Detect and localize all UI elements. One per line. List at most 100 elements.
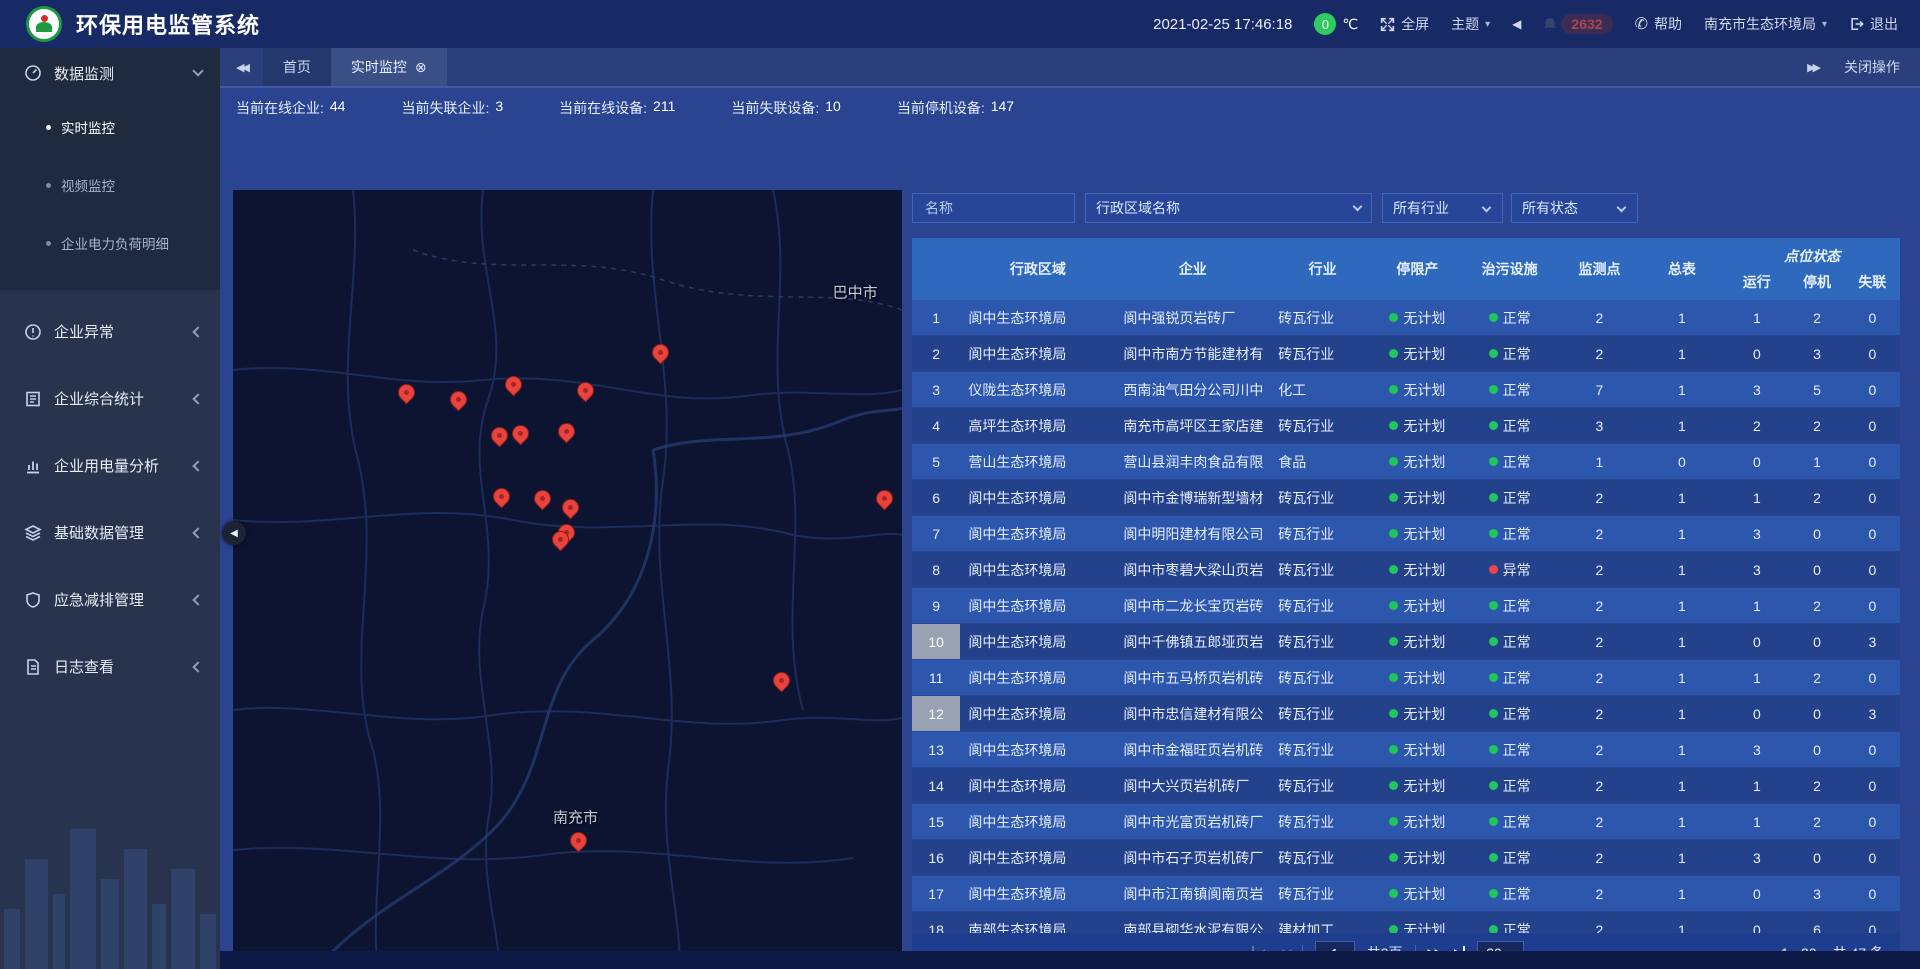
sidebar-item-base-data[interactable]: 基础数据管理 bbox=[0, 499, 220, 566]
stats-icon bbox=[24, 390, 42, 408]
status-filter-select[interactable]: 所有状态 bbox=[1511, 193, 1638, 223]
sidebar-item-power-load-detail[interactable]: 企业电力负荷明细 bbox=[0, 214, 220, 272]
fullscreen-button[interactable]: 全屏 bbox=[1380, 14, 1429, 34]
cell-running: 0 bbox=[1724, 876, 1789, 911]
cell-company: 南充市高坪区王家店建 bbox=[1115, 408, 1270, 443]
cell-facility: 正常 bbox=[1460, 444, 1560, 479]
phone-icon: ✆ bbox=[1635, 14, 1648, 34]
cell-company: 南部县砌华水泥有限公 bbox=[1115, 912, 1270, 933]
logout-button[interactable]: 退出 bbox=[1849, 14, 1898, 34]
table-row[interactable]: 18南部生态环境局南部县砌华水泥有限公建材加工无计划正常21060 bbox=[912, 912, 1900, 933]
theme-dropdown[interactable]: 主题▾ bbox=[1451, 14, 1490, 34]
mute-button[interactable]: ◀ bbox=[1512, 17, 1521, 31]
map-panel[interactable]: 巴中市南充市遂宁市 bbox=[233, 190, 902, 969]
sidebar-item-data-monitor[interactable]: 数据监测 bbox=[0, 48, 220, 98]
cell-stopped: 2 bbox=[1789, 804, 1844, 839]
table-row[interactable]: 17阆中生态环境局阆中市江南镇阆南页岩砖瓦行业无计划正常21030 bbox=[912, 876, 1900, 911]
status-dot-icon bbox=[1489, 673, 1498, 682]
sidebar-item-video-monitor[interactable]: 视频监控 bbox=[0, 156, 220, 214]
map-collapse-button[interactable]: ◀ bbox=[222, 521, 246, 545]
cell-stopped: 2 bbox=[1789, 480, 1844, 515]
tab-realtime-monitor[interactable]: 实时监控 ⊗ bbox=[331, 48, 447, 86]
sidebar-item-emergency-reduction[interactable]: 应急减排管理 bbox=[0, 566, 220, 633]
cell-meters: 1 bbox=[1639, 768, 1724, 803]
status-dot-icon bbox=[1489, 493, 1498, 502]
cell-lost: 0 bbox=[1845, 588, 1900, 623]
table-row[interactable]: 5营山生态环境局营山县润丰肉食品有限食品无计划正常10010 bbox=[912, 444, 1900, 479]
table-body: 1阆中生态环境局阆中强锐页岩砖厂砖瓦行业无计划正常211202阆中生态环境局阆中… bbox=[912, 300, 1900, 933]
table-row[interactable]: 3仪陇生态环境局西南油气田分公司川中化工无计划正常71350 bbox=[912, 372, 1900, 407]
cell-company: 阆中市江南镇阆南页岩 bbox=[1115, 876, 1270, 911]
status-dot-icon bbox=[1489, 565, 1498, 574]
cell-facility: 正常 bbox=[1460, 516, 1560, 551]
cell-no: 6 bbox=[912, 480, 960, 515]
cell-limit: 无计划 bbox=[1375, 336, 1460, 371]
cell-points: 2 bbox=[1559, 624, 1639, 659]
table-row[interactable]: 4高坪生态环境局南充市高坪区王家店建砖瓦行业无计划正常31220 bbox=[912, 408, 1900, 443]
chevron-left-icon bbox=[192, 527, 203, 538]
cell-region: 阆中生态环境局 bbox=[960, 300, 1115, 335]
table-row[interactable]: 13阆中生态环境局阆中市金福旺页岩机砖砖瓦行业无计划正常21300 bbox=[912, 732, 1900, 767]
temperature-unit: ℃ bbox=[1342, 16, 1358, 33]
col-header-point-status-group: 点位状态 运行 停机 失联 bbox=[1724, 238, 1900, 300]
table-row[interactable]: 10阆中生态环境局阆中千佛镇五郎垭页岩砖瓦行业无计划正常21003 bbox=[912, 624, 1900, 659]
cell-industry: 砖瓦行业 bbox=[1270, 408, 1375, 443]
sidebar-item-enterprise-statistics[interactable]: 企业综合统计 bbox=[0, 365, 220, 432]
table-row[interactable]: 8阆中生态环境局阆中市枣碧大梁山页岩砖瓦行业无计划异常21300 bbox=[912, 552, 1900, 587]
cell-company: 阆中市忠信建材有限公 bbox=[1115, 696, 1270, 731]
cell-running: 3 bbox=[1724, 732, 1789, 767]
status-dot-icon bbox=[1389, 529, 1398, 538]
cell-no: 8 bbox=[912, 552, 960, 587]
table-row[interactable]: 15阆中生态环境局阆中市光富页岩机砖厂砖瓦行业无计划正常21120 bbox=[912, 804, 1900, 839]
table-row[interactable]: 1阆中生态环境局阆中强锐页岩砖厂砖瓦行业无计划正常21120 bbox=[912, 300, 1900, 335]
cell-stopped: 3 bbox=[1789, 336, 1844, 371]
cell-lost: 0 bbox=[1845, 660, 1900, 695]
tab-home[interactable]: 首页 bbox=[263, 48, 331, 86]
cell-no: 9 bbox=[912, 588, 960, 623]
fullscreen-icon bbox=[1380, 17, 1395, 32]
status-dot-icon bbox=[1489, 781, 1498, 790]
org-dropdown[interactable]: 南充市生态环境局▾ bbox=[1704, 14, 1827, 34]
sidebar-item-power-analysis[interactable]: 企业用电量分析 bbox=[0, 432, 220, 499]
tabs-scroll-right-button[interactable]: ▶▶ bbox=[1807, 61, 1818, 74]
table-row[interactable]: 12阆中生态环境局阆中市忠信建材有限公砖瓦行业无计划正常21003 bbox=[912, 696, 1900, 731]
cell-limit: 无计划 bbox=[1375, 696, 1460, 731]
cell-running: 1 bbox=[1724, 300, 1789, 335]
table-row[interactable]: 6阆中生态环境局阆中市金博瑞新型墙材砖瓦行业无计划正常21120 bbox=[912, 480, 1900, 515]
col-header-stopped: 停机 bbox=[1789, 272, 1844, 292]
close-icon[interactable]: ⊗ bbox=[415, 59, 427, 76]
cell-industry: 建材加工 bbox=[1270, 912, 1375, 933]
sidebar-item-enterprise-abnormal[interactable]: 企业异常 bbox=[0, 298, 220, 365]
table-row[interactable]: 11阆中生态环境局阆中市五马桥页岩机砖砖瓦行业无计划正常21120 bbox=[912, 660, 1900, 695]
cell-lost: 0 bbox=[1845, 444, 1900, 479]
table-row[interactable]: 7阆中生态环境局阆中明阳建材有限公司砖瓦行业无计划正常21300 bbox=[912, 516, 1900, 551]
notifications[interactable]: 2632 bbox=[1543, 14, 1612, 34]
stat-online-enterprises: 当前在线企业:44 bbox=[236, 98, 345, 118]
cell-stopped: 2 bbox=[1789, 768, 1844, 803]
cell-industry: 食品 bbox=[1270, 444, 1375, 479]
tab-bar-right: ▶▶ 关闭操作 bbox=[1807, 48, 1920, 86]
cell-stopped: 2 bbox=[1789, 300, 1844, 335]
cell-no: 13 bbox=[912, 732, 960, 767]
region-filter-select[interactable]: 行政区域名称 bbox=[1085, 193, 1372, 223]
sidebar-item-log-view[interactable]: 日志查看 bbox=[0, 633, 220, 700]
name-search-input[interactable] bbox=[923, 199, 1064, 217]
cell-facility: 正常 bbox=[1460, 480, 1560, 515]
table-row[interactable]: 16阆中生态环境局阆中市石子页岩机砖厂砖瓦行业无计划正常21300 bbox=[912, 840, 1900, 875]
industry-filter-select[interactable]: 所有行业 bbox=[1382, 193, 1503, 223]
status-dot-icon bbox=[1489, 313, 1498, 322]
table-row[interactable]: 14阆中生态环境局阆中大兴页岩机砖厂砖瓦行业无计划正常21120 bbox=[912, 768, 1900, 803]
tab-bar: ◀◀ 首页 实时监控 ⊗ ▶▶ 关闭操作 bbox=[220, 48, 1920, 88]
tabs-scroll-left-button[interactable]: ◀◀ bbox=[220, 48, 263, 86]
table-row[interactable]: 2阆中生态环境局阆中市南方节能建材有砖瓦行业无计划正常21030 bbox=[912, 336, 1900, 371]
sidebar-item-realtime-monitor[interactable]: 实时监控 bbox=[0, 98, 220, 156]
stat-online-devices: 当前在线设备:211 bbox=[559, 98, 675, 118]
cell-region: 阆中生态环境局 bbox=[960, 696, 1115, 731]
help-button[interactable]: ✆ 帮助 bbox=[1635, 14, 1682, 34]
cell-no: 14 bbox=[912, 768, 960, 803]
bell-icon bbox=[1543, 17, 1557, 32]
cell-meters: 0 bbox=[1639, 444, 1724, 479]
table-row[interactable]: 9阆中生态环境局阆中市二龙长宝页岩砖砖瓦行业无计划正常21120 bbox=[912, 588, 1900, 623]
cell-company: 阆中市光富页岩机砖厂 bbox=[1115, 804, 1270, 839]
close-operations-button[interactable]: 关闭操作 bbox=[1844, 57, 1900, 77]
